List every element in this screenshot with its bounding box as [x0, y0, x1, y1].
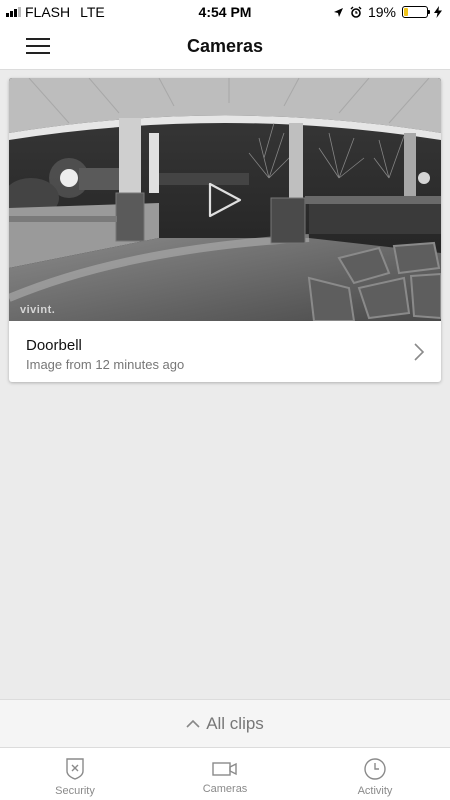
tab-cameras-label: Cameras	[202, 783, 248, 795]
page-title: Cameras	[186, 36, 264, 56]
video-camera-icon	[212, 762, 237, 776]
tab-cameras[interactable]: Cameras	[150, 748, 300, 800]
status-bar: FLASH LTE 4:54 PM 19%	[0, 0, 450, 24]
app-header: Cameras	[0, 24, 450, 70]
battery-icon	[402, 6, 430, 18]
location-arrow-icon	[333, 7, 343, 17]
vivint-watermark: vivint.	[20, 304, 56, 316]
alarm-clock-icon	[350, 6, 362, 18]
camera-card-footer[interactable]: Doorbell Image from 12 minutes ago	[9, 321, 441, 382]
all-clips-label: All clips	[206, 713, 264, 733]
tab-activity-label: Activity	[357, 785, 393, 797]
shield-icon	[66, 758, 84, 780]
chevron-up-icon	[186, 719, 200, 728]
camera-name: Doorbell	[26, 337, 82, 354]
bottom-tab-bar: Security Cameras Activity	[0, 747, 450, 800]
camera-snapshot-time: Image from 12 minutes ago	[26, 357, 185, 372]
tab-security[interactable]: Security	[0, 748, 150, 800]
status-right: 19%	[333, 4, 442, 20]
camera-snapshot[interactable]: vivint.	[9, 78, 441, 321]
tab-security-label: Security	[55, 785, 95, 797]
all-clips-button[interactable]: All clips	[0, 699, 450, 747]
charging-bolt-icon	[434, 6, 442, 18]
battery-level	[404, 8, 409, 16]
clock-icon	[364, 758, 386, 780]
tab-activity[interactable]: Activity	[300, 748, 450, 800]
camera-card[interactable]: vivint. Doorbell Image from 12 minutes a…	[9, 78, 441, 382]
chevron-right-icon[interactable]	[413, 342, 425, 362]
battery-percent: 19%	[367, 4, 396, 20]
play-icon[interactable]	[204, 180, 244, 220]
